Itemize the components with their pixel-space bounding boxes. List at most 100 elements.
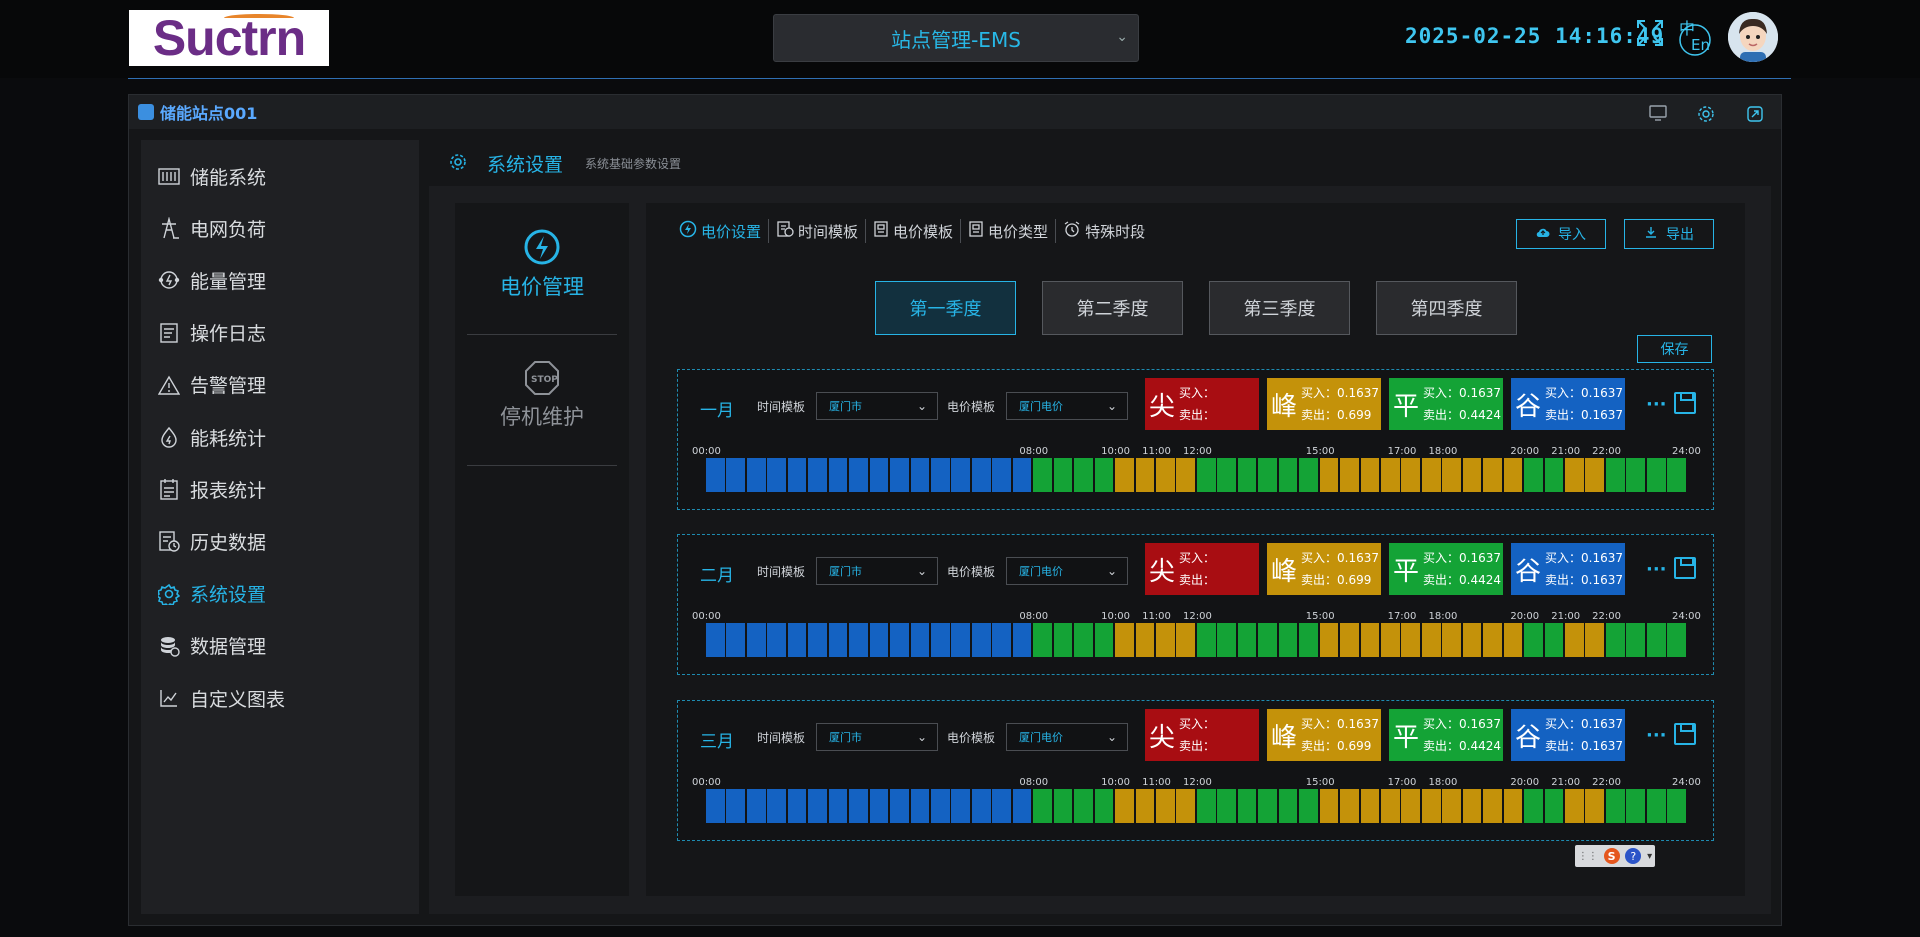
- schedule-slot[interactable]: [1115, 458, 1134, 492]
- schedule-slot[interactable]: [1483, 623, 1502, 657]
- price-card-sharp[interactable]: 尖买入： 卖出：: [1145, 543, 1259, 595]
- schedule-slot[interactable]: [1565, 789, 1584, 823]
- schedule-slot[interactable]: [1012, 623, 1032, 657]
- schedule-slot[interactable]: [1605, 458, 1625, 492]
- schedule-slot[interactable]: [1442, 789, 1461, 823]
- tab-price-type[interactable]: 电价类型: [961, 219, 1057, 243]
- price-card-valley[interactable]: 谷买入：0.1637 卖出：0.1637: [1511, 543, 1625, 595]
- schedule-slot[interactable]: [1176, 623, 1196, 657]
- site-select[interactable]: 站点管理-EMS ⌄: [773, 14, 1139, 62]
- save-icon[interactable]: [1674, 392, 1696, 414]
- schedule-slot[interactable]: [1544, 623, 1564, 657]
- schedule-slot[interactable]: [1483, 458, 1502, 492]
- price-card-peak[interactable]: 峰买入：0.1637 卖出：0.699: [1267, 378, 1381, 430]
- schedule-slot[interactable]: [869, 458, 889, 492]
- schedule-slot[interactable]: [1053, 458, 1073, 492]
- copy-icon[interactable]: [1746, 105, 1764, 127]
- sidebar-item-6[interactable]: 报表统计: [157, 472, 266, 506]
- schedule-slot[interactable]: [910, 623, 930, 657]
- schedule-slot[interactable]: [869, 623, 889, 657]
- time-template-select[interactable]: 厦门市 ⌄: [816, 557, 938, 585]
- schedule-slot[interactable]: [1483, 789, 1502, 823]
- schedule-slot[interactable]: [1462, 789, 1482, 823]
- monitor-icon[interactable]: [1649, 105, 1667, 125]
- tab-special-period[interactable]: 特殊时段: [1056, 219, 1152, 243]
- price-card-peak[interactable]: 峰买入：0.1637 卖出：0.699: [1267, 709, 1381, 761]
- time-template-select[interactable]: 厦门市 ⌄: [816, 723, 938, 751]
- price-card-peak[interactable]: 峰买入：0.1637 卖出：0.699: [1267, 543, 1381, 595]
- schedule-slot[interactable]: [930, 789, 950, 823]
- schedule-slot[interactable]: [1380, 458, 1400, 492]
- schedule-slot[interactable]: [1278, 458, 1298, 492]
- schedule-slot[interactable]: [1421, 789, 1441, 823]
- schedule-slot[interactable]: [971, 623, 991, 657]
- schedule-slot[interactable]: [1565, 458, 1584, 492]
- schedule-slot[interactable]: [1605, 623, 1625, 657]
- schedule-slot[interactable]: [808, 458, 827, 492]
- schedule-slot[interactable]: [1196, 623, 1216, 657]
- schedule-slot[interactable]: [1135, 458, 1155, 492]
- schedule-slot[interactable]: [910, 789, 930, 823]
- export-button[interactable]: 导出: [1624, 219, 1714, 249]
- schedule-slot[interactable]: [1340, 623, 1359, 657]
- schedule-slot[interactable]: [951, 623, 971, 657]
- schedule-slot[interactable]: [767, 789, 787, 823]
- schedule-slot[interactable]: [1585, 789, 1605, 823]
- schedule-slot[interactable]: [1278, 623, 1298, 657]
- schedule-slot[interactable]: [726, 623, 746, 657]
- schedule-slot[interactable]: [1217, 789, 1236, 823]
- schedule-slot[interactable]: [1033, 789, 1052, 823]
- sidebar-item-7[interactable]: 历史数据: [157, 524, 266, 558]
- menu-item-maintenance[interactable]: STOP 停机维护: [455, 359, 629, 431]
- schedule-slot[interactable]: [726, 458, 746, 492]
- schedule-slot[interactable]: [1340, 458, 1359, 492]
- tab-time-template[interactable]: 时间模板: [769, 219, 867, 243]
- schedule-slot[interactable]: [1524, 623, 1543, 657]
- schedule-slot[interactable]: [1319, 623, 1339, 657]
- quarter-button-q3[interactable]: 第三季度: [1209, 281, 1350, 335]
- schedule-slot[interactable]: [1380, 623, 1400, 657]
- sidebar-item-4[interactable]: 告警管理: [157, 368, 266, 402]
- schedule-slot[interactable]: [1237, 458, 1257, 492]
- sidebar-item-9[interactable]: 数据管理: [157, 629, 266, 663]
- schedule-slot[interactable]: [951, 458, 971, 492]
- schedule-slot[interactable]: [1033, 458, 1052, 492]
- schedule-slot[interactable]: [1503, 789, 1523, 823]
- schedule-slot[interactable]: [849, 789, 868, 823]
- price-card-flat[interactable]: 平买入：0.1637 卖出：0.4424: [1389, 378, 1503, 430]
- sidebar-item-1[interactable]: 电网负荷: [157, 211, 266, 245]
- schedule-slot[interactable]: [1401, 458, 1421, 492]
- schedule-slot[interactable]: [1299, 458, 1318, 492]
- quarter-button-q2[interactable]: 第二季度: [1042, 281, 1183, 335]
- tab-price-template[interactable]: 电价模板: [866, 219, 962, 243]
- schedule-slot[interactable]: [1360, 458, 1380, 492]
- save-icon[interactable]: [1674, 723, 1696, 745]
- schedule-slot[interactable]: [746, 623, 766, 657]
- avatar[interactable]: [1728, 12, 1778, 62]
- schedule-slot[interactable]: [1115, 623, 1134, 657]
- schedule-slot[interactable]: [1176, 458, 1196, 492]
- schedule-slot[interactable]: [1196, 458, 1216, 492]
- schedule-slot[interactable]: [992, 458, 1011, 492]
- schedule-slot[interactable]: [1544, 458, 1564, 492]
- language-icon[interactable]: 中 En: [1675, 16, 1713, 60]
- quarter-button-q1[interactable]: 第一季度: [875, 281, 1016, 335]
- schedule-slot[interactable]: [1524, 458, 1543, 492]
- schedule-slot[interactable]: [1299, 789, 1318, 823]
- schedule-slot[interactable]: [1033, 623, 1052, 657]
- schedule-slot[interactable]: [910, 458, 930, 492]
- schedule-slot[interactable]: [1237, 623, 1257, 657]
- schedule-slot[interactable]: [1626, 623, 1646, 657]
- schedule-slot[interactable]: [1176, 789, 1196, 823]
- schedule-slot[interactable]: [1299, 623, 1318, 657]
- schedule-slot[interactable]: [1565, 623, 1584, 657]
- price-template-select[interactable]: 厦门电价 ⌄: [1006, 723, 1128, 751]
- schedule-slot[interactable]: [828, 623, 848, 657]
- schedule-slot[interactable]: [1360, 789, 1380, 823]
- schedule-slot[interactable]: [1319, 458, 1339, 492]
- save-icon[interactable]: [1674, 557, 1696, 579]
- schedule-slot[interactable]: [1155, 789, 1175, 823]
- schedule-slot[interactable]: [1094, 458, 1114, 492]
- schedule-slot[interactable]: [930, 458, 950, 492]
- schedule-slot[interactable]: [706, 458, 725, 492]
